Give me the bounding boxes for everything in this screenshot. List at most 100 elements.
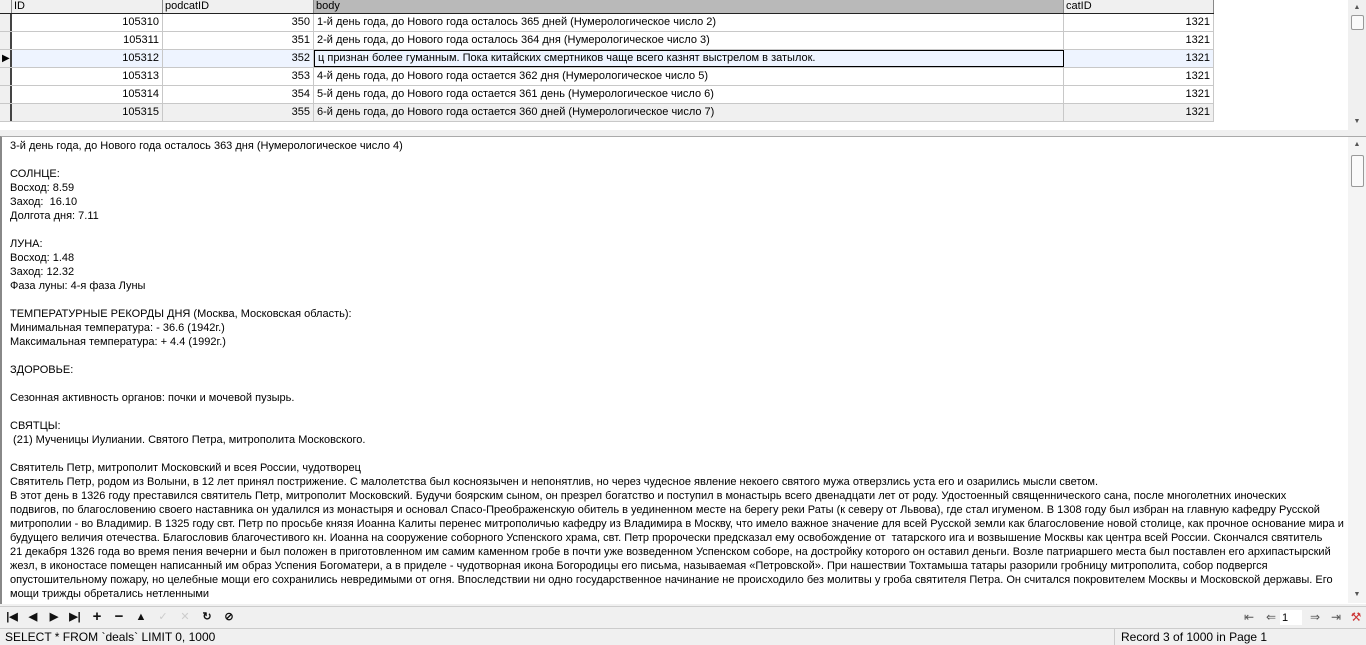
text-line: будущего величия отечества. Благословив … (10, 532, 1323, 544)
text-line: мощи трижды обретались нетленными (10, 588, 210, 600)
table-row[interactable]: 105310 350 1-й день года, до Нового года… (0, 14, 1214, 32)
cell-body[interactable]: 6-й день года, до Нового года остается 3… (314, 104, 1064, 121)
scroll-up-icon[interactable]: ▲ (1348, 0, 1366, 16)
scroll-down-icon[interactable]: ▼ (1348, 114, 1366, 130)
row-indicator[interactable] (0, 68, 12, 85)
cell-catid[interactable]: 1321 (1064, 50, 1214, 67)
prior-record-icon[interactable]: ◀ (24, 609, 42, 625)
next-record-icon[interactable]: ▶ (45, 609, 63, 625)
row-indicator[interactable] (0, 14, 12, 31)
text-line: ЗДОРОВЬЕ: (10, 364, 74, 376)
text-line (10, 377, 1348, 391)
table-row-selected[interactable]: ▶ 105312 352 ц признан более гуманным. П… (0, 50, 1214, 68)
text-line (10, 153, 1348, 167)
table-row[interactable]: 105314 354 5-й день года, до Нового года… (0, 86, 1214, 104)
data-grid[interactable]: ID podcatID body catID 105310 350 1-й де… (0, 0, 1348, 130)
cell-catid[interactable]: 1321 (1064, 14, 1214, 31)
sql-query-text: SELECT * FROM `deals` LIMIT 0, 1000 (5, 630, 216, 644)
text-line: Фаза луны: 4-я фаза Луны (10, 280, 146, 292)
cell-id[interactable]: 105313 (12, 68, 163, 85)
row-indicator-current[interactable]: ▶ (0, 50, 12, 67)
page-settings-icon[interactable]: ⚒ (1347, 609, 1365, 625)
cell-podcatid[interactable]: 353 (163, 68, 314, 85)
scroll-thumb[interactable] (1351, 155, 1364, 187)
text-line: (21) Мученицы Иулиании. Святого Петра, м… (10, 434, 366, 446)
grid-scrollbar[interactable]: ▲ ▼ (1348, 0, 1366, 130)
scroll-up-icon[interactable]: ▲ (1348, 137, 1366, 153)
cell-podcatid[interactable]: 350 (163, 14, 314, 31)
text-line: Святитель Петр, митрополит Московский и … (10, 462, 361, 474)
column-header-id[interactable]: ID (12, 0, 163, 13)
text-line: Минимальная температура: - 36.6 (1942г.) (10, 322, 225, 334)
cell-catid[interactable]: 1321 (1064, 68, 1214, 85)
text-line: СВЯТЦЫ: (10, 420, 61, 432)
current-row-arrow-icon: ▶ (2, 53, 10, 64)
last-page-icon[interactable]: ⇥ (1327, 609, 1345, 625)
row-indicator[interactable] (0, 104, 12, 121)
text-line: Долгота дня: 7.11 (10, 210, 99, 222)
column-header-catid[interactable]: catID (1064, 0, 1214, 13)
last-record-icon[interactable]: ▶| (66, 609, 84, 625)
cell-podcatid[interactable]: 352 (163, 50, 314, 67)
header-corner (0, 0, 12, 13)
text-line: Святитель Петр, родом из Волыни, в 12 ле… (10, 476, 1099, 488)
refresh-icon[interactable]: ↻ (198, 609, 216, 625)
cell-podcatid[interactable]: 354 (163, 86, 314, 103)
cell-id[interactable]: 105312 (12, 50, 163, 67)
text-scrollbar[interactable]: ▲ ▼ (1348, 137, 1366, 603)
cell-id[interactable]: 105314 (12, 86, 163, 103)
cell-catid[interactable]: 1321 (1064, 86, 1214, 103)
grid-header: ID podcatID body catID (0, 0, 1214, 14)
table-row[interactable]: 105313 353 4-й день года, до Нового года… (0, 68, 1214, 86)
first-page-icon[interactable]: ⇤ (1240, 609, 1258, 625)
text-line: Заход: 16.10 (10, 196, 78, 208)
insert-record-icon[interactable]: + (88, 609, 106, 625)
page-number-input[interactable] (1280, 610, 1302, 625)
cell-catid[interactable]: 1321 (1064, 32, 1214, 49)
text-line: 3-й день года, до Нового года осталось 3… (10, 140, 403, 152)
cell-podcatid[interactable]: 355 (163, 104, 314, 121)
row-indicator[interactable] (0, 86, 12, 103)
cell-id[interactable]: 105315 (12, 104, 163, 121)
first-record-icon[interactable]: |◀ (3, 609, 21, 625)
cell-catid[interactable]: 1321 (1064, 104, 1214, 121)
cancel-edit-icon[interactable]: ✕ (176, 609, 194, 625)
clear-filter-icon[interactable]: ⊘ (220, 609, 238, 625)
row-indicator[interactable] (0, 32, 12, 49)
cell-body[interactable]: 1-й день года, до Нового года осталось 3… (314, 14, 1064, 31)
text-line: Восход: 8.59 (10, 182, 75, 194)
delete-record-icon[interactable]: − (110, 609, 128, 625)
table-row[interactable]: 105311 351 2-й день года, до Нового года… (0, 32, 1214, 50)
text-line: митрополии - во Владимир. В 1325 году св… (10, 518, 1344, 530)
next-page-icon[interactable]: ⇒ (1306, 609, 1324, 625)
text-line (10, 293, 1348, 307)
cell-body[interactable]: 2-й день года, до Нового года осталось 3… (314, 32, 1064, 49)
cell-podcatid[interactable]: 351 (163, 32, 314, 49)
text-line: подвигов, по благословению своего настав… (10, 504, 1320, 516)
cell-id[interactable]: 105311 (12, 32, 163, 49)
table-row[interactable]: 105315 355 6-й день года, до Нового года… (0, 104, 1214, 122)
cell-body[interactable]: 5-й день года, до Нового года остается 3… (314, 86, 1064, 103)
text-line: ЛУНА: (10, 238, 43, 250)
text-line (10, 447, 1348, 461)
text-line (10, 223, 1348, 237)
edit-record-icon[interactable]: ▲ (132, 609, 150, 625)
scroll-thumb[interactable] (1351, 15, 1364, 30)
text-line (10, 349, 1348, 363)
text-line: Восход: 1.48 (10, 252, 75, 264)
post-edit-icon[interactable]: ✓ (154, 609, 172, 625)
text-line: В этот день в 1326 году преставился свят… (10, 490, 1287, 502)
column-header-podcatid[interactable]: podcatID (163, 0, 314, 13)
body-text-area[interactable]: 3-й день года, до Нового года осталось 3… (0, 136, 1366, 604)
text-line: опустошительному пожару, но целебные мощ… (10, 574, 1333, 586)
cell-body-editing[interactable]: ц признан более гуманным. Пока китайских… (314, 50, 1064, 67)
body-text[interactable]: 3-й день года, до Нового года осталось 3… (10, 139, 1348, 601)
scroll-down-icon[interactable]: ▼ (1348, 587, 1366, 603)
text-line: ТЕМПЕРАТУРНЫЕ РЕКОРДЫ ДНЯ (Москва, Моско… (10, 308, 352, 320)
column-header-body[interactable]: body (314, 0, 1064, 13)
cell-body[interactable]: 4-й день года, до Нового года остается 3… (314, 68, 1064, 85)
text-line (10, 405, 1348, 419)
prev-page-icon[interactable]: ⇐ (1262, 609, 1280, 625)
cell-id[interactable]: 105310 (12, 14, 163, 31)
navigator-toolbar: |◀ ◀ ▶ ▶| + − ▲ ✓ ✕ ↻ ⊘ ⇤ ⇐ ⇒ ⇥ ⚒ (0, 606, 1366, 627)
